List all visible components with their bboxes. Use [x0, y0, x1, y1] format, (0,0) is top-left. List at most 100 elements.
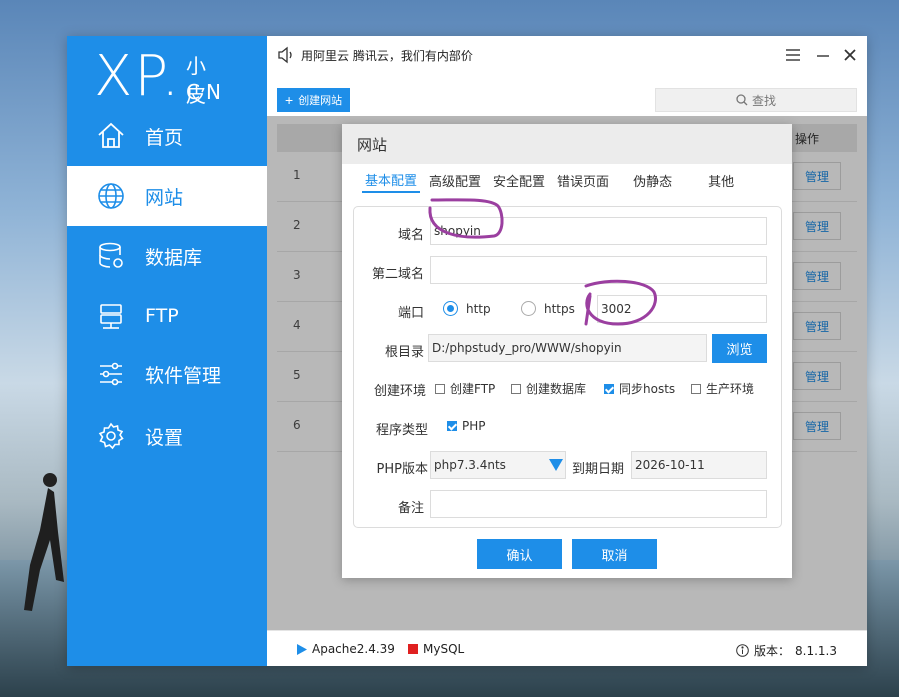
sidebar-item-website[interactable]: 网站 — [67, 166, 267, 226]
program-type-label: 程序类型 — [375, 423, 428, 438]
note-field[interactable] — [430, 490, 767, 518]
sidebar: XP. 小皮 CN 首页 网站 数据库 FTP 软件管理 设置 — [67, 36, 267, 666]
tab-security-config[interactable]: 安全配置 — [490, 167, 548, 193]
speaker-icon — [278, 46, 292, 64]
sliders-icon — [96, 359, 126, 389]
tab-advanced-config[interactable]: 高级配置 — [426, 167, 484, 193]
radio-unchecked-icon — [521, 301, 536, 316]
sync-hosts-checkbox[interactable]: 同步hosts — [604, 380, 675, 397]
basic-config-form: 域名 shopyin 第二域名 端口 http https 3002 根目录 D… — [353, 206, 782, 528]
tab-other[interactable]: 其他 — [705, 167, 737, 193]
checkbox-unchecked-icon — [435, 383, 445, 394]
mysql-status[interactable]: MySQL — [408, 642, 464, 656]
expire-date-value: 2026-10-11 — [635, 458, 705, 472]
production-env-checkbox[interactable]: 生产环境 — [691, 380, 754, 397]
sidebar-item-ftp[interactable]: FTP — [67, 286, 267, 346]
domain-label: 域名 — [397, 228, 424, 243]
http-radio[interactable]: http — [443, 301, 491, 316]
note-label: 备注 — [397, 501, 424, 516]
expire-date-field[interactable]: 2026-10-11 — [631, 451, 767, 479]
logo-main: XP. — [94, 44, 182, 109]
sidebar-item-label: 设置 — [145, 426, 184, 449]
version-label: 版本： — [754, 644, 791, 658]
runner-silhouette — [24, 473, 64, 611]
checkbox-unchecked-icon — [691, 383, 701, 394]
expire-date-label: 到期日期 — [571, 462, 624, 477]
server-icon — [96, 301, 126, 331]
search-label: 查找 — [751, 93, 776, 108]
sidebar-item-label: 软件管理 — [145, 364, 222, 387]
mysql-label: MySQL — [423, 642, 465, 656]
checkbox-label: PHP — [462, 419, 486, 433]
create-website-button[interactable]: + 创建网站 — [277, 88, 351, 112]
radio-checked-icon — [443, 301, 458, 316]
https-radio[interactable]: https — [521, 301, 575, 316]
tab-error-pages[interactable]: 错误页面 — [554, 167, 612, 193]
tab-basic-config[interactable]: 基本配置 — [362, 167, 421, 193]
gear-icon — [96, 421, 126, 451]
search-input[interactable]: 查找 — [655, 88, 857, 112]
create-website-label: 创建网站 — [298, 95, 343, 107]
checkbox-unchecked-icon — [511, 383, 521, 394]
domain-value: shopyin — [434, 224, 481, 238]
confirm-button[interactable]: 确认 — [477, 539, 562, 569]
domain-field[interactable]: shopyin — [430, 217, 767, 245]
create-ftp-checkbox[interactable]: 创建FTP — [435, 380, 495, 397]
php-checkbox[interactable]: PHP — [447, 419, 486, 433]
titlebar: 用阿里云 腾讯云，我们有内部价 — [267, 36, 867, 74]
port-field[interactable]: 3002 — [597, 295, 767, 323]
checkbox-label: 生产环境 — [706, 382, 755, 396]
sidebar-item-settings[interactable]: 设置 — [67, 406, 267, 466]
logo-cn-text: CN — [186, 80, 227, 104]
plus-icon: + — [285, 92, 294, 108]
website-config-dialog: 网站 基本配置 高级配置 安全配置 错误页面 伪静态 其他 域名 shopyin… — [342, 124, 792, 578]
checkbox-checked-icon — [604, 383, 614, 394]
http-label: http — [466, 301, 491, 316]
env-label: 创建环境 — [373, 384, 426, 399]
sidebar-item-label: FTP — [145, 305, 179, 327]
info-icon — [736, 644, 749, 657]
globe-icon — [96, 181, 126, 211]
sidebar-item-software[interactable]: 软件管理 — [67, 344, 267, 404]
checkbox-label: 同步hosts — [619, 382, 676, 396]
root-dir-label: 根目录 — [384, 345, 424, 360]
close-icon[interactable] — [840, 45, 860, 65]
toolbar: + 创建网站 查找 — [267, 74, 867, 122]
stop-icon — [408, 644, 418, 654]
checkbox-checked-icon — [447, 421, 457, 431]
status-bar: Apache2.4.39 MySQL 版本： 8.1.1.3 — [267, 630, 867, 666]
sidebar-item-label: 数据库 — [145, 246, 203, 269]
notice-text[interactable]: 用阿里云 腾讯云，我们有内部价 — [301, 47, 473, 64]
php-version-select[interactable]: php7.3.4nts — [430, 451, 566, 479]
checkbox-label: 创建FTP — [450, 382, 496, 396]
sidebar-item-label: 首页 — [145, 126, 184, 149]
root-dir-field[interactable]: D:/phpstudy_pro/WWW/shopyin — [428, 334, 707, 362]
minimize-icon[interactable] — [813, 45, 833, 65]
apache-status[interactable]: Apache2.4.39 — [297, 642, 395, 656]
cancel-button[interactable]: 取消 — [572, 539, 657, 569]
dropdown-arrow-icon — [549, 459, 563, 471]
sidebar-item-database[interactable]: 数据库 — [67, 226, 267, 286]
sidebar-item-home[interactable]: 首页 — [67, 106, 267, 166]
port-label: 端口 — [397, 306, 424, 321]
home-icon — [96, 121, 126, 151]
apache-label: Apache2.4.39 — [312, 642, 395, 656]
second-domain-field[interactable] — [430, 256, 767, 284]
checkbox-label: 创建数据库 — [526, 382, 587, 396]
database-icon — [96, 241, 126, 271]
browse-button[interactable]: 浏览 — [712, 334, 767, 363]
play-icon — [297, 643, 307, 655]
https-label: https — [544, 301, 575, 316]
second-domain-label: 第二域名 — [371, 267, 424, 282]
create-db-checkbox[interactable]: 创建数据库 — [511, 380, 586, 397]
menu-icon[interactable] — [783, 45, 803, 65]
php-version-value: php7.3.4nts — [434, 458, 506, 472]
sidebar-item-label: 网站 — [145, 186, 184, 209]
dialog-header: 网站 — [342, 124, 792, 164]
php-version-label: PHP版本 — [376, 462, 428, 477]
port-value: 3002 — [601, 302, 632, 316]
search-icon — [736, 94, 748, 106]
tab-rewrite[interactable]: 伪静态 — [630, 167, 675, 193]
dialog-tabs: 基本配置 高级配置 安全配置 错误页面 伪静态 其他 — [362, 167, 743, 195]
dialog-title: 网站 — [357, 135, 388, 154]
